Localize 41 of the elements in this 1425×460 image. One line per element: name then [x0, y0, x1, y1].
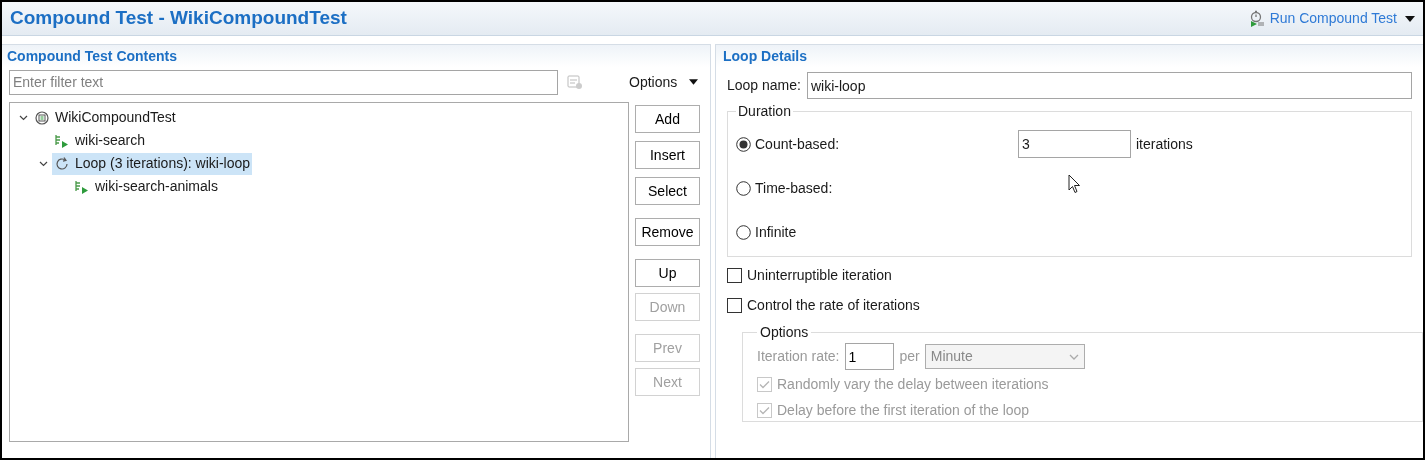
field-label: Iteration rate: — [757, 347, 840, 366]
mouse-pointer-icon — [1068, 174, 1081, 194]
list-button[interactable]: Up — [635, 259, 700, 287]
filter-field[interactable]: Enter filter text — [9, 69, 558, 95]
field-label: Loop name: — [727, 76, 801, 95]
loop-name-field[interactable]: wiki-loop — [806, 72, 1412, 99]
loop-icon — [54, 155, 70, 172]
tree-item[interactable]: wiki-search-animals — [72, 175, 220, 198]
chevron-down-icon[interactable] — [38, 159, 48, 168]
dropdown-arrow-icon[interactable] — [1405, 15, 1415, 22]
group-title: Duration — [737, 102, 792, 121]
section-title: Compound Test Contents — [7, 46, 178, 66]
tree-item[interactable]: wiki-search — [52, 129, 147, 152]
checkbox-icon — [727, 268, 742, 283]
list-button[interactable]: Insert — [635, 141, 700, 169]
group-title: Options — [759, 323, 810, 342]
tree-item[interactable]: WikiCompoundTest — [32, 106, 178, 129]
iteration-count-field[interactable]: 3 — [1018, 130, 1131, 158]
radio-option[interactable]: Time-based: — [736, 177, 1018, 199]
tree-item[interactable]: Loop (3 iterations): wiki-loop — [52, 152, 253, 175]
radio-option[interactable]: Count-based: — [736, 133, 1018, 155]
list-button[interactable]: Select — [635, 177, 700, 205]
run-compound-test-button[interactable]: Run Compound Test — [1247, 8, 1397, 29]
checkbox[interactable]: Uninterruptible iteration — [727, 265, 892, 286]
checkbox-icon — [757, 403, 772, 418]
field-label: per — [899, 347, 920, 366]
test-script-icon — [54, 132, 70, 149]
checkbox[interactable]: Control the rate of iterations — [727, 295, 920, 316]
list-button[interactable]: Remove — [635, 218, 700, 246]
checkbox-icon — [757, 377, 772, 392]
radio-option[interactable]: Infinite — [736, 221, 1018, 243]
compound-test-icon — [34, 109, 50, 126]
unit-label: iterations — [1136, 134, 1193, 154]
section-title: Loop Details — [723, 46, 807, 66]
editor-title: Compound Test - WikiCompoundTest — [10, 6, 347, 31]
list-button[interactable]: Add — [635, 105, 700, 133]
test-script-icon — [74, 178, 90, 195]
dropdown-arrow-icon[interactable] — [689, 79, 699, 85]
checkbox-icon — [727, 298, 742, 313]
chevron-down-icon[interactable] — [18, 113, 28, 122]
options-menu[interactable]: Options — [629, 71, 678, 93]
